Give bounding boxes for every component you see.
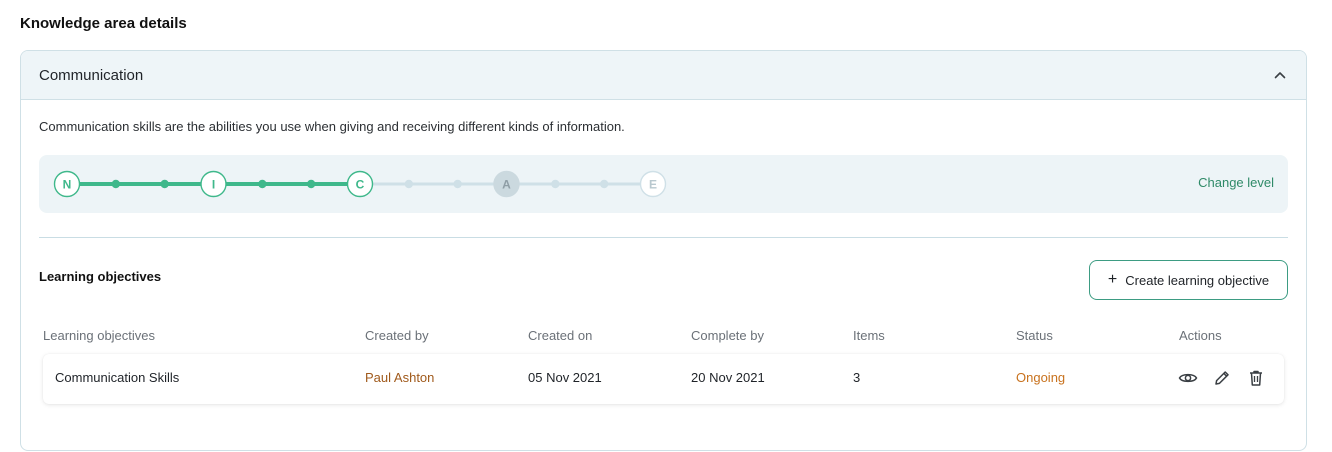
level-substep-dot: [453, 179, 462, 189]
row-actions: [1178, 368, 1266, 388]
svg-text:E: E: [649, 178, 657, 192]
level-stage-e[interactable]: E: [639, 170, 667, 198]
knowledge-area-card: Communication Communication skills are t…: [20, 50, 1307, 451]
area-title: Communication: [39, 66, 144, 84]
created-by-link[interactable]: Paul Ashton: [365, 370, 434, 385]
level-substep-dot: [404, 179, 414, 189]
level-substep-dot: [111, 179, 121, 189]
level-substep-dot: [599, 179, 609, 189]
level-track: NICAE: [53, 170, 667, 198]
area-description: Communication skills are the abilities y…: [39, 119, 625, 134]
column-header-items: Items: [853, 328, 885, 343]
pencil-icon[interactable]: [1212, 368, 1232, 388]
create-button-label: Create learning objective: [1125, 272, 1270, 288]
level-stage-i[interactable]: I: [200, 170, 227, 198]
level-stage-c[interactable]: C: [346, 170, 374, 198]
svg-text:N: N: [63, 178, 72, 192]
objective-name: Communication Skills: [55, 370, 180, 385]
level-substep-dot: [258, 179, 267, 189]
page-title: Knowledge area details: [20, 15, 187, 32]
svg-text:C: C: [356, 178, 365, 192]
level-substep-dot: [551, 179, 560, 189]
plus-icon: +: [1107, 271, 1118, 288]
chevron-up-icon[interactable]: [1272, 67, 1288, 83]
created-on-value: 05 Nov 2021: [528, 370, 602, 385]
section-title: Learning objectives: [39, 269, 162, 284]
column-header-created-on: Created on: [528, 328, 593, 343]
level-substep-dot: [160, 179, 169, 189]
change-level-link[interactable]: Change level: [1198, 175, 1274, 190]
svg-text:I: I: [212, 178, 215, 192]
divider: [39, 237, 1288, 238]
complete-by-value: 20 Nov 2021: [691, 370, 765, 385]
column-header-created-by: Created by: [365, 328, 429, 343]
level-progress: N I C A E Change level: [39, 155, 1288, 213]
card-header[interactable]: Communication: [21, 51, 1306, 100]
items-count: 3: [853, 370, 861, 385]
column-header-status: Status: [1016, 328, 1053, 343]
table-row[interactable]: [43, 354, 1284, 404]
column-header-actions: Actions: [1179, 328, 1222, 343]
status-value: Ongoing: [1016, 370, 1066, 385]
column-header-complete-by: Complete by: [691, 328, 764, 343]
create-learning-objective-button[interactable]: + Create learning objective: [1089, 260, 1288, 300]
eye-icon[interactable]: [1178, 368, 1198, 388]
svg-text:A: A: [502, 178, 511, 192]
level-stage-a[interactable]: A: [493, 170, 520, 198]
column-header-objective: Learning objectives: [43, 328, 156, 343]
level-stage-n[interactable]: N: [53, 170, 81, 198]
level-substep-dot: [306, 179, 316, 189]
trash-icon[interactable]: [1246, 368, 1266, 388]
